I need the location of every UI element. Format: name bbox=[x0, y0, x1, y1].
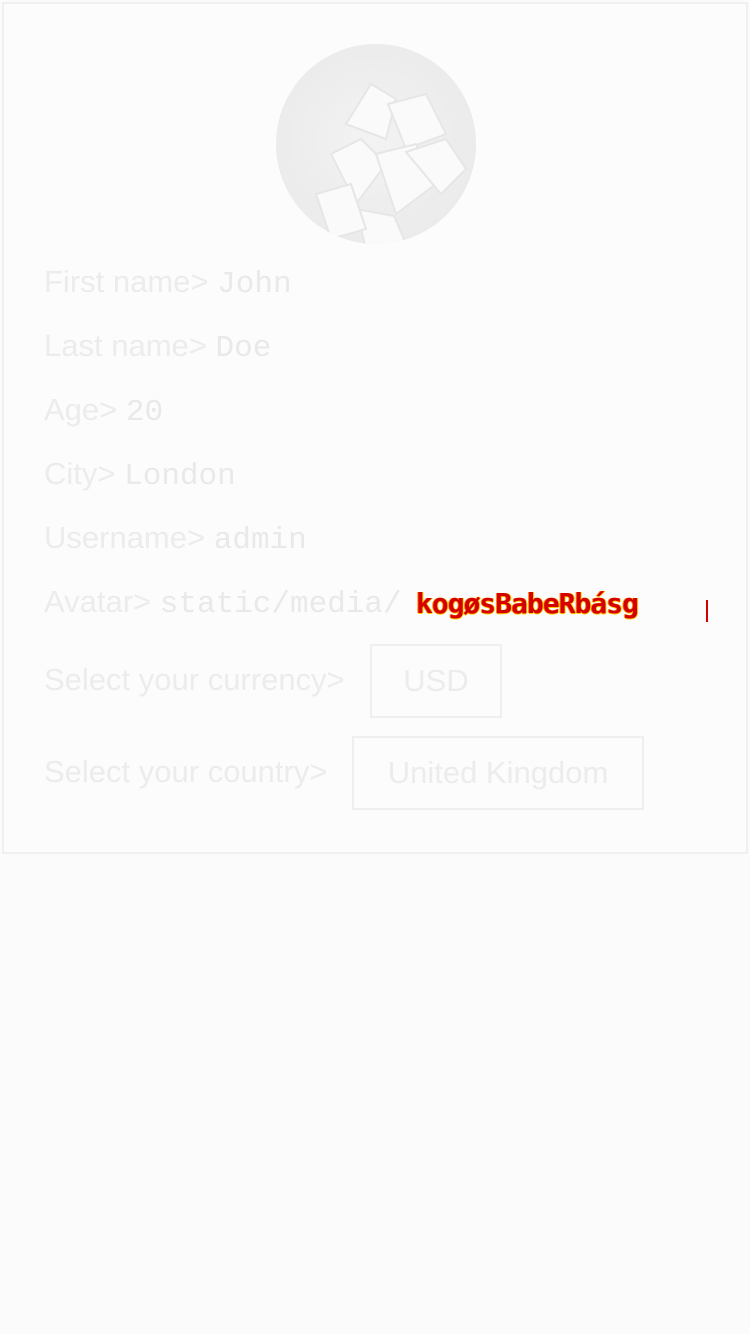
country-label: Select your country> bbox=[44, 754, 328, 789]
username-row: Username> admin bbox=[44, 518, 307, 561]
currency-select[interactable]: USD bbox=[370, 644, 502, 718]
last-name-row: Last name> Doe bbox=[44, 326, 271, 369]
age-row: Age> 20 bbox=[44, 390, 163, 433]
city-value: London bbox=[124, 459, 236, 494]
currency-label: Select your currency> bbox=[44, 662, 345, 697]
last-name-label: Last name> bbox=[44, 328, 207, 363]
first-name-row: First name> John bbox=[44, 262, 292, 305]
avatar-row: Avatar> static/media/ bbox=[44, 582, 402, 625]
first-name-label: First name> bbox=[44, 264, 209, 299]
avatar-label: Avatar> bbox=[44, 584, 152, 619]
city-label: City> bbox=[44, 456, 116, 491]
username-value: admin bbox=[213, 523, 307, 558]
city-row: City> London bbox=[44, 454, 236, 497]
text-cursor bbox=[706, 600, 708, 622]
avatar-path-value: static/media/ bbox=[159, 587, 402, 622]
avatar bbox=[276, 44, 476, 244]
mango-image bbox=[314, 82, 468, 244]
country-select[interactable]: United Kingdom bbox=[352, 736, 644, 810]
age-value: 20 bbox=[125, 395, 164, 430]
age-label: Age> bbox=[44, 392, 118, 427]
username-label: Username> bbox=[44, 520, 206, 555]
first-name-value: John bbox=[217, 267, 292, 302]
last-name-value: Doe bbox=[215, 331, 272, 366]
profile-card: First name> John Last name> Doe Age> 20 … bbox=[2, 2, 748, 854]
avatar-glitch-text: kogøsBabeRbásg bbox=[416, 587, 639, 620]
